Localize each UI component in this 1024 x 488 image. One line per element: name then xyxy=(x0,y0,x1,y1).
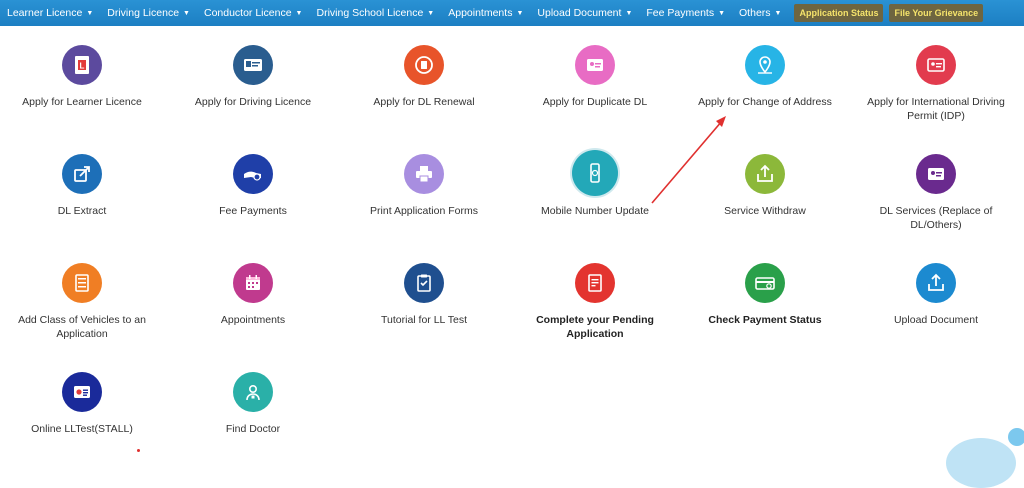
chat-assistant-bubble[interactable] xyxy=(946,438,1016,488)
share-export-icon xyxy=(62,154,102,194)
tile-apply-duplicate-dl[interactable]: Apply for Duplicate DL xyxy=(510,45,680,109)
chevron-down-icon: ▼ xyxy=(625,9,633,17)
tile-appointments[interactable]: Appointments xyxy=(168,263,338,327)
chevron-down-icon: ▼ xyxy=(427,9,435,17)
tile-label: Fee Payments xyxy=(219,205,287,217)
tile-print-application-forms[interactable]: Print Application Forms xyxy=(339,154,509,218)
online-test-icon xyxy=(62,372,102,412)
chevron-down-icon: ▼ xyxy=(295,9,303,17)
tile-dl-services[interactable]: DL Services (Replace of DL/Others) xyxy=(851,154,1021,232)
tile-apply-learner-licence[interactable]: L Apply for Learner Licence xyxy=(0,45,167,109)
nav-fee-payments[interactable]: Fee Payments ▼ xyxy=(639,0,732,26)
dl-services-card-icon xyxy=(916,154,956,194)
tile-label: Apply for Learner Licence xyxy=(22,96,142,108)
tile-apply-driving-licence[interactable]: Apply for Driving Licence xyxy=(168,45,338,109)
printer-icon xyxy=(404,154,444,194)
tile-dl-extract[interactable]: DL Extract xyxy=(0,154,167,218)
driving-licence-card-icon xyxy=(233,45,273,85)
tile-fee-payments[interactable]: Fee Payments xyxy=(168,154,338,218)
tile-apply-idp[interactable]: Apply for International Driving Permit (… xyxy=(851,45,1021,123)
learner-licence-icon: L xyxy=(62,45,102,85)
tile-label: Appointments xyxy=(220,314,286,326)
tile-mobile-number-update[interactable]: Mobile Number Update xyxy=(510,150,680,218)
tile-label: Check Payment Status xyxy=(708,314,822,326)
tile-check-payment-status[interactable]: Check Payment Status xyxy=(680,263,850,327)
tile-label: DL Services (Replace of DL/Others) xyxy=(879,205,993,231)
location-pin-icon xyxy=(745,45,785,85)
tile-service-withdraw[interactable]: Service Withdraw xyxy=(680,154,850,218)
nav-driving-licence[interactable]: Driving Licence ▼ xyxy=(100,0,197,26)
tile-label: Online LLTest(STALL) xyxy=(31,423,133,435)
idp-card-icon xyxy=(916,45,956,85)
tile-label: DL Extract xyxy=(57,205,107,217)
nav-appointments[interactable]: Appointments ▼ xyxy=(441,0,530,26)
svg-text:L: L xyxy=(80,62,85,71)
duplicate-dl-icon xyxy=(575,45,615,85)
nav-conductor-licence[interactable]: Conductor Licence ▼ xyxy=(197,0,310,26)
tile-label: Service Withdraw xyxy=(724,205,806,217)
tile-label: Upload Document xyxy=(893,314,979,326)
tile-label: Print Application Forms xyxy=(370,205,478,217)
payment-card-icon xyxy=(745,263,785,303)
tile-label: Add Class of Vehicles to an Application xyxy=(18,314,146,340)
tile-label: Apply for Duplicate DL xyxy=(542,96,648,108)
nav-learner-licence[interactable]: Learner Licence ▼ xyxy=(0,0,100,26)
red-dot xyxy=(137,449,140,452)
application-status-button[interactable]: Application Status xyxy=(794,4,884,22)
chevron-down-icon: ▼ xyxy=(86,9,94,17)
chevron-down-icon: ▼ xyxy=(718,9,726,17)
tile-label: Complete your Pending Application xyxy=(536,314,654,340)
tile-label: Apply for DL Renewal xyxy=(373,96,475,108)
tile-tutorial-ll-test[interactable]: Tutorial for LL Test xyxy=(339,263,509,327)
tile-find-doctor[interactable]: Find Doctor xyxy=(168,372,338,436)
dl-renewal-icon xyxy=(404,45,444,85)
doctor-icon xyxy=(233,372,273,412)
nav-driving-school-licence[interactable]: Driving School Licence ▼ xyxy=(309,0,441,26)
tile-label: Apply for International Driving Permit (… xyxy=(867,96,1005,122)
file-grievance-button[interactable]: File Your Grievance xyxy=(889,4,984,22)
tile-upload-document[interactable]: Upload Document xyxy=(851,263,1021,327)
tile-label: Find Doctor xyxy=(225,423,281,435)
chevron-down-icon: ▼ xyxy=(516,9,524,17)
chevron-down-icon: ▼ xyxy=(183,9,190,17)
chevron-down-icon: ▼ xyxy=(774,9,782,17)
upload-tray-icon xyxy=(916,263,956,303)
tile-online-lltest-stall[interactable]: Online LLTest(STALL) xyxy=(0,372,167,436)
tile-label: Apply for Driving Licence xyxy=(194,96,312,108)
tile-add-class-of-vehicles[interactable]: Add Class of Vehicles to an Application xyxy=(0,263,167,341)
tile-apply-change-of-address[interactable]: Apply for Change of Address xyxy=(680,45,850,109)
tile-label: Tutorial for LL Test xyxy=(381,314,467,326)
tile-label: Mobile Number Update xyxy=(541,205,649,217)
top-navigation-bar: Learner Licence ▼ Driving Licence ▼ Conduc… xyxy=(0,0,1024,26)
chat-assistant-accent xyxy=(1008,428,1024,446)
nav-upload-document[interactable]: Upload Document ▼ xyxy=(530,0,639,26)
tile-complete-pending-application[interactable]: Complete your Pending Application xyxy=(510,263,680,341)
payment-hand-icon xyxy=(233,154,273,194)
nav-others[interactable]: Others ▼ xyxy=(732,0,788,26)
checklist-icon xyxy=(62,263,102,303)
clipboard-check-icon xyxy=(404,263,444,303)
tile-apply-dl-renewal[interactable]: Apply for DL Renewal xyxy=(339,45,509,109)
tile-label: Apply for Change of Address xyxy=(698,96,832,108)
withdraw-upload-icon xyxy=(745,154,785,194)
calendar-icon xyxy=(233,263,273,303)
pending-document-icon xyxy=(575,263,615,303)
mobile-phone-icon xyxy=(572,150,618,196)
